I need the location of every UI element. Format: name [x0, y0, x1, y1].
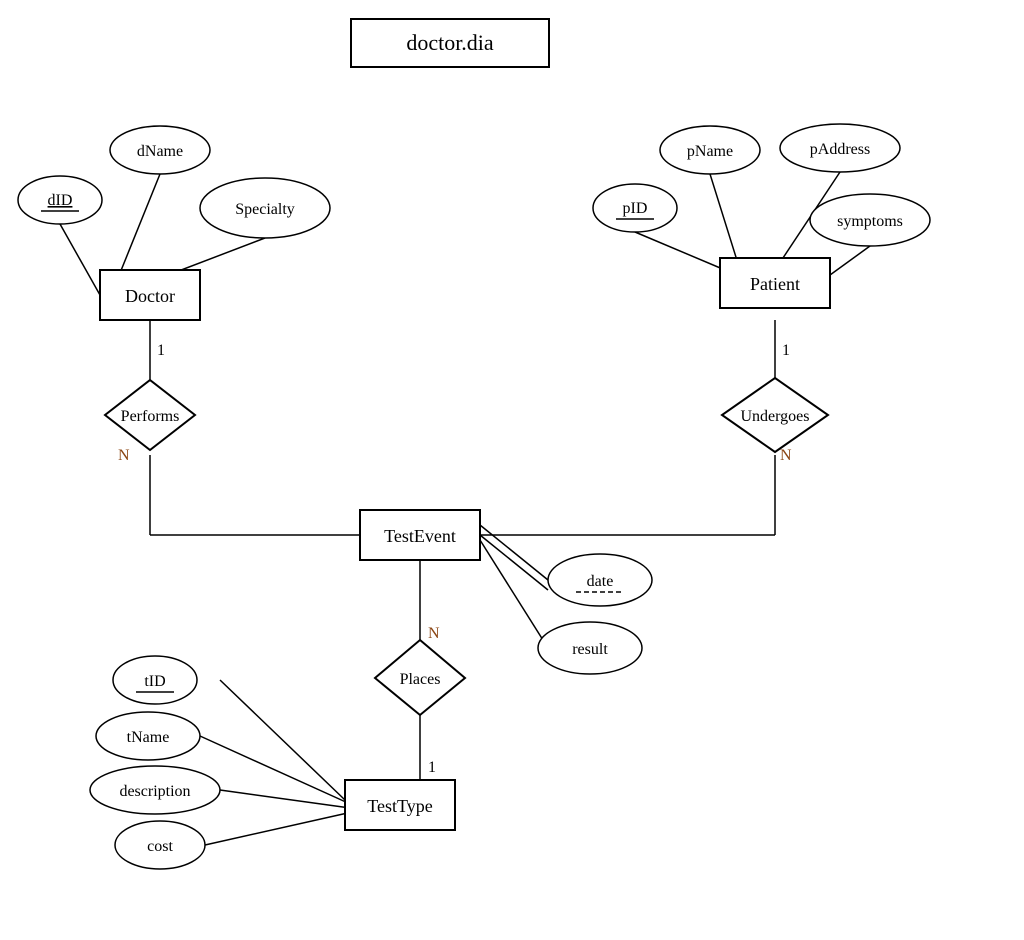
- patient-entity-label: Patient: [750, 274, 800, 294]
- svg-text:description: description: [119, 783, 190, 800]
- svg-text:1: 1: [428, 759, 436, 776]
- testtype-entity-label: TestType: [367, 796, 432, 816]
- diagram-title: doctor.dia: [350, 18, 550, 68]
- svg-text:pID: pID: [623, 200, 648, 217]
- testevent-entity-label: TestEvent: [384, 526, 456, 546]
- er-diagram: 1 N 1 N N 1 Doctor Patient TestEvent Tes…: [0, 0, 1024, 940]
- svg-text:result: result: [572, 641, 608, 658]
- svg-text:1: 1: [157, 342, 165, 359]
- svg-text:Undergoes: Undergoes: [740, 408, 809, 425]
- svg-text:symptoms: symptoms: [837, 213, 903, 230]
- svg-text:Performs: Performs: [121, 408, 180, 425]
- title-text: doctor.dia: [406, 30, 493, 56]
- svg-text:dName: dName: [137, 143, 183, 160]
- svg-text:Places: Places: [400, 671, 441, 688]
- svg-text:tID: tID: [144, 673, 165, 690]
- svg-text:tName: tName: [127, 729, 170, 746]
- svg-text:Specialty: Specialty: [235, 201, 295, 218]
- svg-text:1: 1: [782, 342, 790, 359]
- svg-text:N: N: [780, 447, 792, 464]
- svg-text:date: date: [587, 573, 614, 590]
- svg-text:cost: cost: [147, 838, 173, 855]
- svg-text:dID: dID: [48, 192, 73, 209]
- svg-text:pAddress: pAddress: [810, 141, 870, 158]
- svg-text:N: N: [428, 625, 440, 642]
- svg-text:pName: pName: [687, 143, 733, 160]
- svg-text:N: N: [118, 447, 130, 464]
- doctor-entity-label: Doctor: [125, 286, 175, 306]
